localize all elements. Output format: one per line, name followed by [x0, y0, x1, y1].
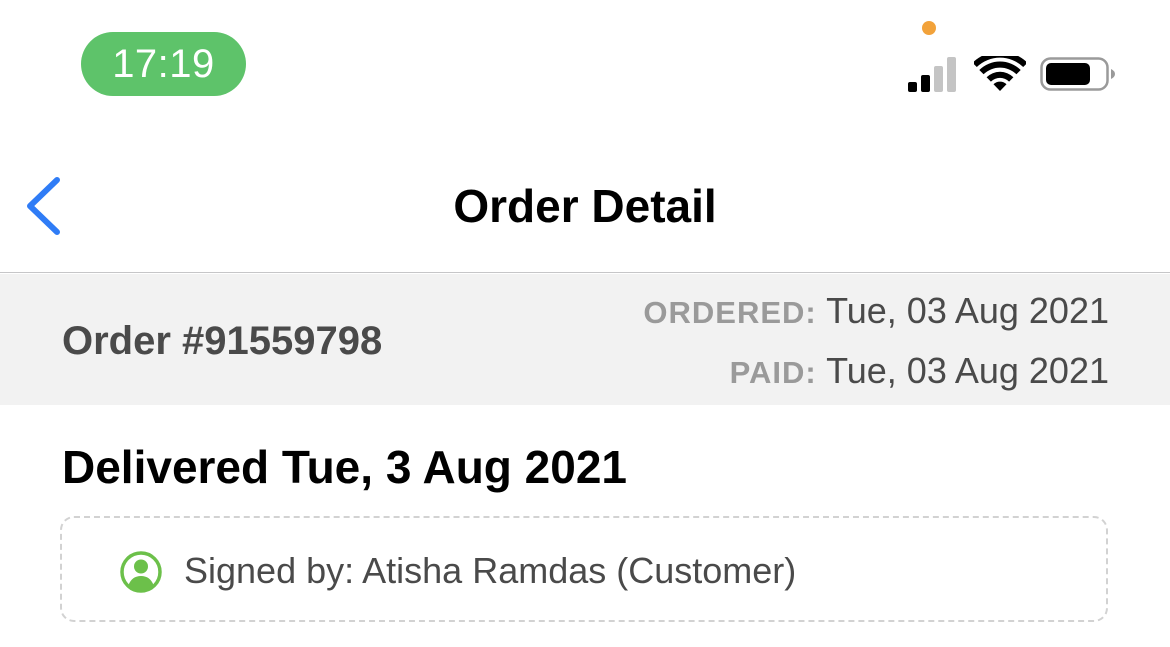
order-summary-header: Order #91559798 ORDERED: Tue, 03 Aug 202…	[0, 274, 1170, 405]
signal-icon	[908, 57, 956, 92]
order-detail-screen: 17:19 Order Detail Order #91559798 ORDER…	[0, 0, 1170, 647]
navigation-bar: Order Detail	[0, 120, 1170, 273]
battery-icon	[1040, 57, 1115, 91]
paid-label: PAID:	[729, 355, 817, 390]
paid-date: Tue, 03 Aug 2021	[826, 350, 1109, 391]
status-time[interactable]: 17:19	[81, 32, 246, 96]
ordered-label: ORDERED:	[643, 295, 817, 330]
privacy-indicator-dot	[922, 21, 936, 35]
page-title: Order Detail	[453, 180, 717, 232]
status-bar: 17:19	[0, 0, 1170, 120]
ordered-date-row: ORDERED: Tue, 03 Aug 2021	[643, 290, 1109, 334]
paid-date-row: PAID: Tue, 03 Aug 2021	[730, 350, 1109, 394]
signature-box: Signed by: Atisha Ramdas (Customer)	[60, 516, 1108, 622]
ordered-date: Tue, 03 Aug 2021	[826, 290, 1109, 331]
wifi-icon	[974, 56, 1026, 91]
order-number: Order #91559798	[62, 319, 383, 363]
user-circle-icon	[120, 551, 162, 593]
delivery-status-heading: Delivered Tue, 3 Aug 2021	[62, 441, 628, 493]
signed-by-text: Signed by: Atisha Ramdas (Customer)	[184, 550, 797, 591]
